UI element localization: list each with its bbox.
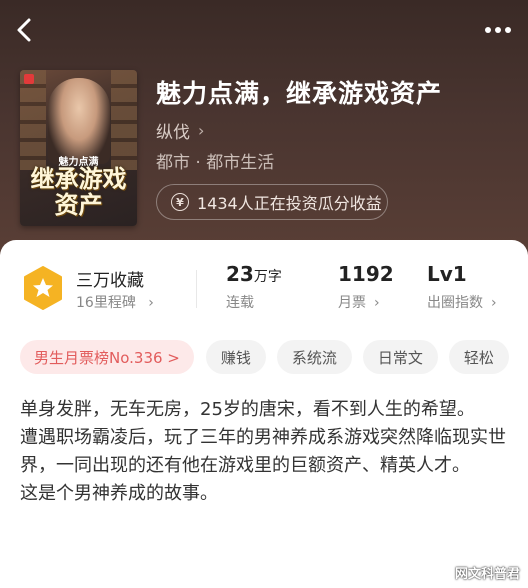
stats-row: 三万收藏 16里程碑 › 23万字 连载 1192 月票 › Lv1 出圈指数 › — [0, 240, 528, 328]
divider — [196, 270, 197, 308]
yen-coin-icon: ¥ — [171, 193, 189, 211]
author-name: 纵伐 — [156, 123, 190, 143]
chevron-right-icon: › — [148, 295, 154, 311]
chevron-right-icon: › — [198, 121, 205, 140]
tag-list: 男生月票榜No.336 > 赚钱 系统流 日常文 轻松 — [20, 340, 520, 374]
chevron-left-icon — [17, 18, 31, 42]
tag-item[interactable]: 轻松 — [448, 340, 509, 374]
cover-title: 继承游戏资产 — [30, 164, 127, 219]
invest-button[interactable]: ¥ 1434人正在投资瓜分收益 — [156, 184, 388, 220]
level-stat[interactable]: Lv1 出圈指数 › — [427, 262, 497, 312]
book-header-background: 魅力点满 继承游戏资产 魅力点满，继承游戏资产 纵伐 › 都市 · 都市生活 ¥… — [0, 0, 528, 262]
description-paragraph: 这是个男神养成的故事。 — [20, 483, 218, 504]
description-paragraph: 遭遇职场霸凌后，玩了三年的男神养成系游戏突然降临现实世界，一同出现的还有他在游戏… — [20, 427, 506, 476]
star-badge-icon — [24, 266, 62, 310]
word-count-stat: 23万字 连载 — [226, 262, 282, 312]
milestone-link[interactable]: 16里程碑 › — [76, 292, 154, 312]
level-value: Lv1 — [427, 262, 467, 286]
top-bar — [0, 0, 528, 60]
author-link[interactable]: 纵伐 › — [156, 118, 204, 143]
monthly-votes-stat[interactable]: 1192 月票 › — [338, 262, 394, 312]
level-label: 出圈指数 — [427, 295, 483, 311]
tag-item[interactable]: 系统流 — [276, 340, 352, 374]
book-description: 单身发胖，无车无房，25岁的唐宋，看不到人生的希望。 遭遇职场霸凌后，玩了三年的… — [20, 396, 512, 508]
back-button[interactable] — [8, 12, 40, 48]
milestone-label: 16里程碑 — [76, 295, 136, 311]
status-label: 连载 — [226, 295, 254, 311]
watermark: 网文科普君 — [454, 567, 520, 582]
book-cover[interactable]: 魅力点满 继承游戏资产 — [20, 70, 137, 226]
book-title: 魅力点满，继承游戏资产 — [156, 79, 443, 108]
monthly-votes-label: 月票 — [338, 295, 366, 311]
more-button[interactable] — [480, 14, 516, 46]
more-dots-icon — [485, 27, 511, 33]
book-genre: 都市 · 都市生活 — [156, 153, 275, 173]
invest-text: 1434人正在投资瓜分收益 — [197, 194, 382, 213]
monthly-votes-value: 1192 — [338, 262, 394, 286]
cover-publisher-badge — [24, 74, 34, 84]
word-count-unit: 万字 — [253, 269, 282, 285]
chevron-right-icon: › — [374, 295, 380, 311]
word-count-value: 23 — [226, 262, 254, 286]
tag-item[interactable]: 日常文 — [362, 340, 438, 374]
tag-rank[interactable]: 男生月票榜No.336 > — [20, 340, 194, 374]
description-paragraph: 单身发胖，无车无房，25岁的唐宋，看不到人生的希望。 — [20, 399, 475, 420]
book-info-card: 三万收藏 16里程碑 › 23万字 连载 1192 月票 › Lv1 出圈指数 › … — [0, 240, 528, 588]
chevron-right-icon: › — [491, 295, 497, 311]
favorites-title: 三万收藏 — [76, 271, 144, 291]
tag-item[interactable]: 赚钱 — [205, 340, 266, 374]
cover-character-image — [48, 78, 110, 164]
